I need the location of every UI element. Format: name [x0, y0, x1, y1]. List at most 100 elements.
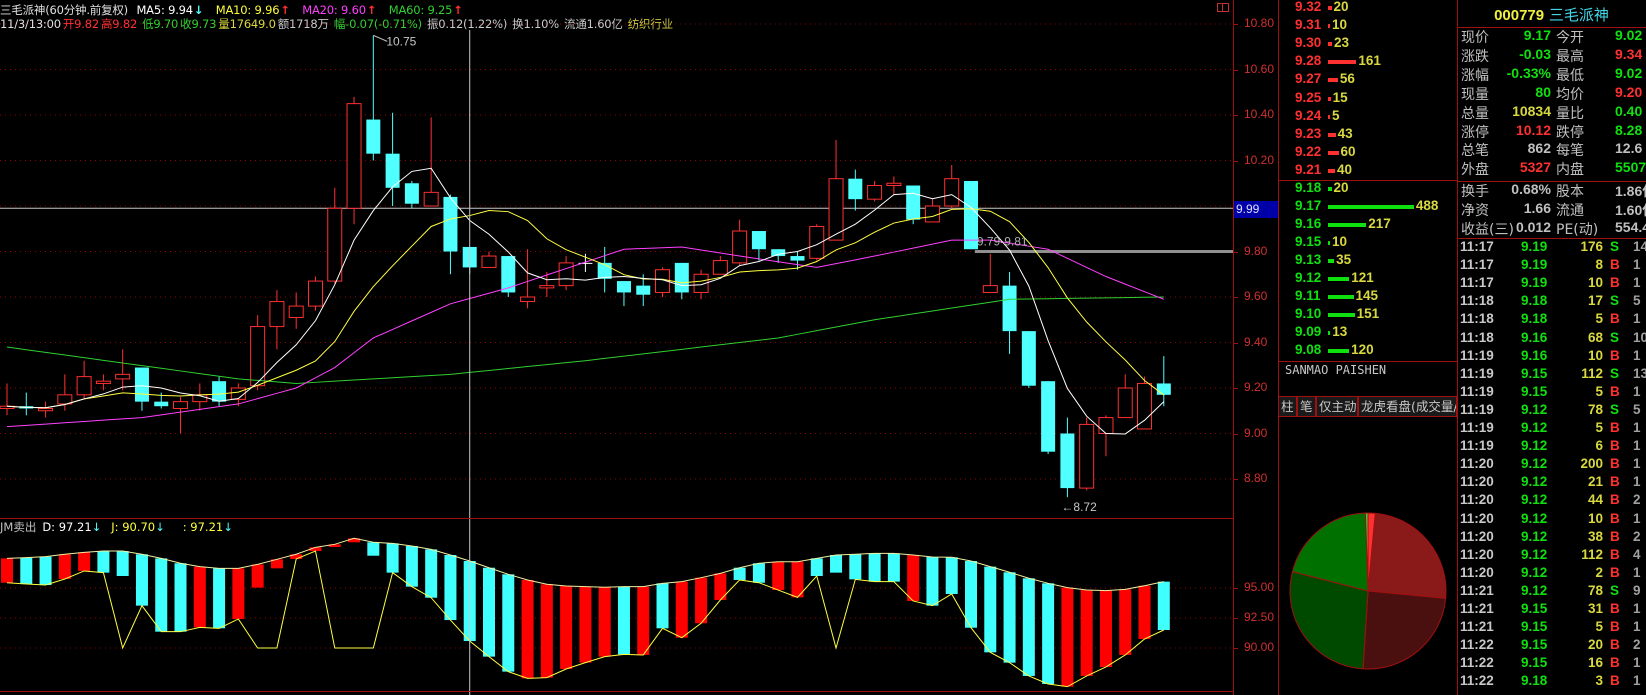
- tick-side: B: [1610, 383, 1620, 399]
- ask-row[interactable]: 9.31 10: [1278, 17, 1457, 35]
- bid-row[interactable]: 9.11 145: [1278, 288, 1457, 306]
- ask-row[interactable]: 9.27 56: [1278, 71, 1457, 89]
- axis-tick: [1233, 115, 1238, 116]
- tick-row[interactable]: 11:19 9.12 5 B 1: [1457, 420, 1646, 438]
- tick-row[interactable]: 11:20 9.12 2 B 1: [1457, 565, 1646, 583]
- tick-row[interactable]: 11:19 9.12 78 S 5: [1457, 402, 1646, 420]
- tick-row[interactable]: 11:22 9.18 3 B 1: [1457, 673, 1646, 691]
- tick-side: B: [1610, 619, 1620, 635]
- indicator-name[interactable]: JM卖出: [0, 520, 36, 534]
- window-layout-icon[interactable]: [1217, 3, 1229, 12]
- ask-row[interactable]: 9.25 15: [1278, 90, 1457, 108]
- candle-body-up: [1098, 417, 1114, 435]
- quote-row: 外盘 5327 内盘 5507: [1457, 159, 1646, 178]
- price-axis-label: 8.80: [1244, 471, 1268, 485]
- tick-row[interactable]: 11:19 9.15 112 S 13: [1457, 366, 1646, 384]
- tick-row[interactable]: 11:21 9.15 5 B 1: [1457, 619, 1646, 637]
- tick-row[interactable]: 11:19 9.16 10 B 1: [1457, 348, 1646, 366]
- quote-value: 9.34: [1615, 45, 1643, 62]
- candle: [828, 140, 844, 241]
- tick-row[interactable]: 11:20 9.12 38 B 2: [1457, 529, 1646, 547]
- order-price: 9.10: [1295, 306, 1322, 321]
- industry-link[interactable]: 纺织行业: [628, 17, 673, 31]
- bid-row[interactable]: 9.12 121: [1278, 270, 1457, 288]
- candle: [732, 219, 748, 266]
- indicator-bar: [830, 555, 843, 573]
- indicator-bar: [945, 557, 958, 594]
- bid-row[interactable]: 9.17 488: [1278, 198, 1457, 216]
- indicator-chart[interactable]: [0, 518, 1233, 695]
- tick-row[interactable]: 11:20 9.12 200 B 1: [1457, 456, 1646, 474]
- tab-0[interactable]: 柱: [1278, 396, 1297, 417]
- tick-row[interactable]: 11:17 9.19 176 S 14: [1457, 239, 1646, 257]
- indicator-bar: [1042, 583, 1055, 684]
- tick-row[interactable]: 11:20 9.12 21 B 1: [1457, 474, 1646, 492]
- indicator-bar: [444, 555, 457, 621]
- indicator-bar: [1061, 587, 1074, 687]
- candle-body-up: [1079, 423, 1095, 489]
- tick-row[interactable]: 11:18 9.16 68 S 10: [1457, 330, 1646, 348]
- ask-row[interactable]: 9.23 43: [1278, 126, 1457, 144]
- indicator-bar: [251, 564, 264, 588]
- ask-row[interactable]: 9.24 5: [1278, 108, 1457, 126]
- tick-row[interactable]: 11:21 9.12 78 S 9: [1457, 583, 1646, 601]
- down-arrow-icon: ↓: [155, 520, 165, 534]
- candle: [288, 292, 304, 329]
- tick-row[interactable]: 11:19 9.12 6 B 1: [1457, 438, 1646, 456]
- axis-tick: [1233, 479, 1238, 480]
- tick-count: 1: [1633, 601, 1641, 616]
- indicator-bar: [213, 568, 226, 629]
- indicator-bar: [39, 556, 52, 585]
- quote-row: 涨幅 -0.33% 最低 9.02: [1457, 64, 1646, 84]
- quote-value: 9.02: [1615, 64, 1643, 81]
- ask-row[interactable]: 9.32 20: [1278, 0, 1457, 17]
- tick-row[interactable]: 11:18 9.18 17 S 5: [1457, 293, 1646, 311]
- tick-row[interactable]: 11:17 9.19 10 B 1: [1457, 275, 1646, 293]
- axis-tick: [1233, 648, 1238, 649]
- candle-body-down: [404, 183, 419, 204]
- bid-row[interactable]: 9.15 10: [1278, 234, 1457, 252]
- tick-row[interactable]: 11:21 9.15 31 B 1: [1457, 601, 1646, 619]
- indicator-bar: [849, 554, 862, 580]
- tick-row[interactable]: 11:20 9.12 10 B 1: [1457, 511, 1646, 529]
- tab-2[interactable]: 仅主动: [1316, 396, 1358, 417]
- order-price: 9.31: [1295, 17, 1322, 33]
- candlestick-chart[interactable]: 10.75 ←8.72 9.79-9.81: [0, 0, 1233, 518]
- tab-3[interactable]: 龙虎看盘(成交量/按: [1358, 396, 1457, 417]
- tick-side: B: [1610, 275, 1620, 291]
- tick-time: 11:19: [1460, 347, 1494, 363]
- tick-row[interactable]: 11:18 9.18 5 B 1: [1457, 311, 1646, 329]
- bid-row[interactable]: 9.09 13: [1278, 324, 1457, 342]
- tick-price: 9.12: [1521, 510, 1548, 526]
- tick-volume: 10: [1587, 510, 1603, 526]
- order-volume-bar: [1328, 150, 1339, 155]
- bid-row[interactable]: 9.16 217: [1278, 216, 1457, 234]
- ask-row[interactable]: 9.22 60: [1278, 144, 1457, 162]
- ask-row[interactable]: 9.21 40: [1278, 162, 1457, 180]
- tick-time: 11:21: [1460, 601, 1494, 616]
- order-volume: 10: [1332, 234, 1348, 249]
- tick-row[interactable]: 11:19 9.15 5 B 1: [1457, 384, 1646, 402]
- tick-row[interactable]: 11:22 9.15 20 B 2: [1457, 637, 1646, 655]
- tick-row[interactable]: 11:22 9.15 16 B 1: [1457, 655, 1646, 673]
- tick-row[interactable]: 11:17 9.19 8 B 1: [1457, 257, 1646, 275]
- candle-body-up: [423, 191, 439, 207]
- price-axis-label: 9.80: [1244, 243, 1268, 258]
- bid-row[interactable]: 9.13 35: [1278, 252, 1457, 270]
- tick-row[interactable]: 11:20 9.12 44 B 2: [1457, 492, 1646, 510]
- candle-body-down: [1002, 285, 1017, 332]
- tick-side: B: [1610, 311, 1620, 327]
- ask-row[interactable]: 9.28 161: [1278, 53, 1457, 71]
- tick-row[interactable]: 11:20 9.12 112 B 4: [1457, 547, 1646, 565]
- order-volume: 120: [1351, 342, 1374, 357]
- ask-row[interactable]: 9.30 23: [1278, 35, 1457, 53]
- order-price: 9.13: [1295, 252, 1322, 267]
- tick-count: 2: [1633, 492, 1641, 508]
- price-axis-label: 10.40: [1244, 107, 1275, 121]
- tab-1[interactable]: 笔: [1297, 396, 1316, 417]
- quote-label: PE(动): [1556, 222, 1599, 238]
- bid-row[interactable]: 9.10 151: [1278, 306, 1457, 324]
- bid-row[interactable]: 9.08 120: [1278, 342, 1457, 360]
- bid-row[interactable]: 9.18 20: [1278, 180, 1457, 198]
- quote-label: 最低: [1556, 67, 1584, 84]
